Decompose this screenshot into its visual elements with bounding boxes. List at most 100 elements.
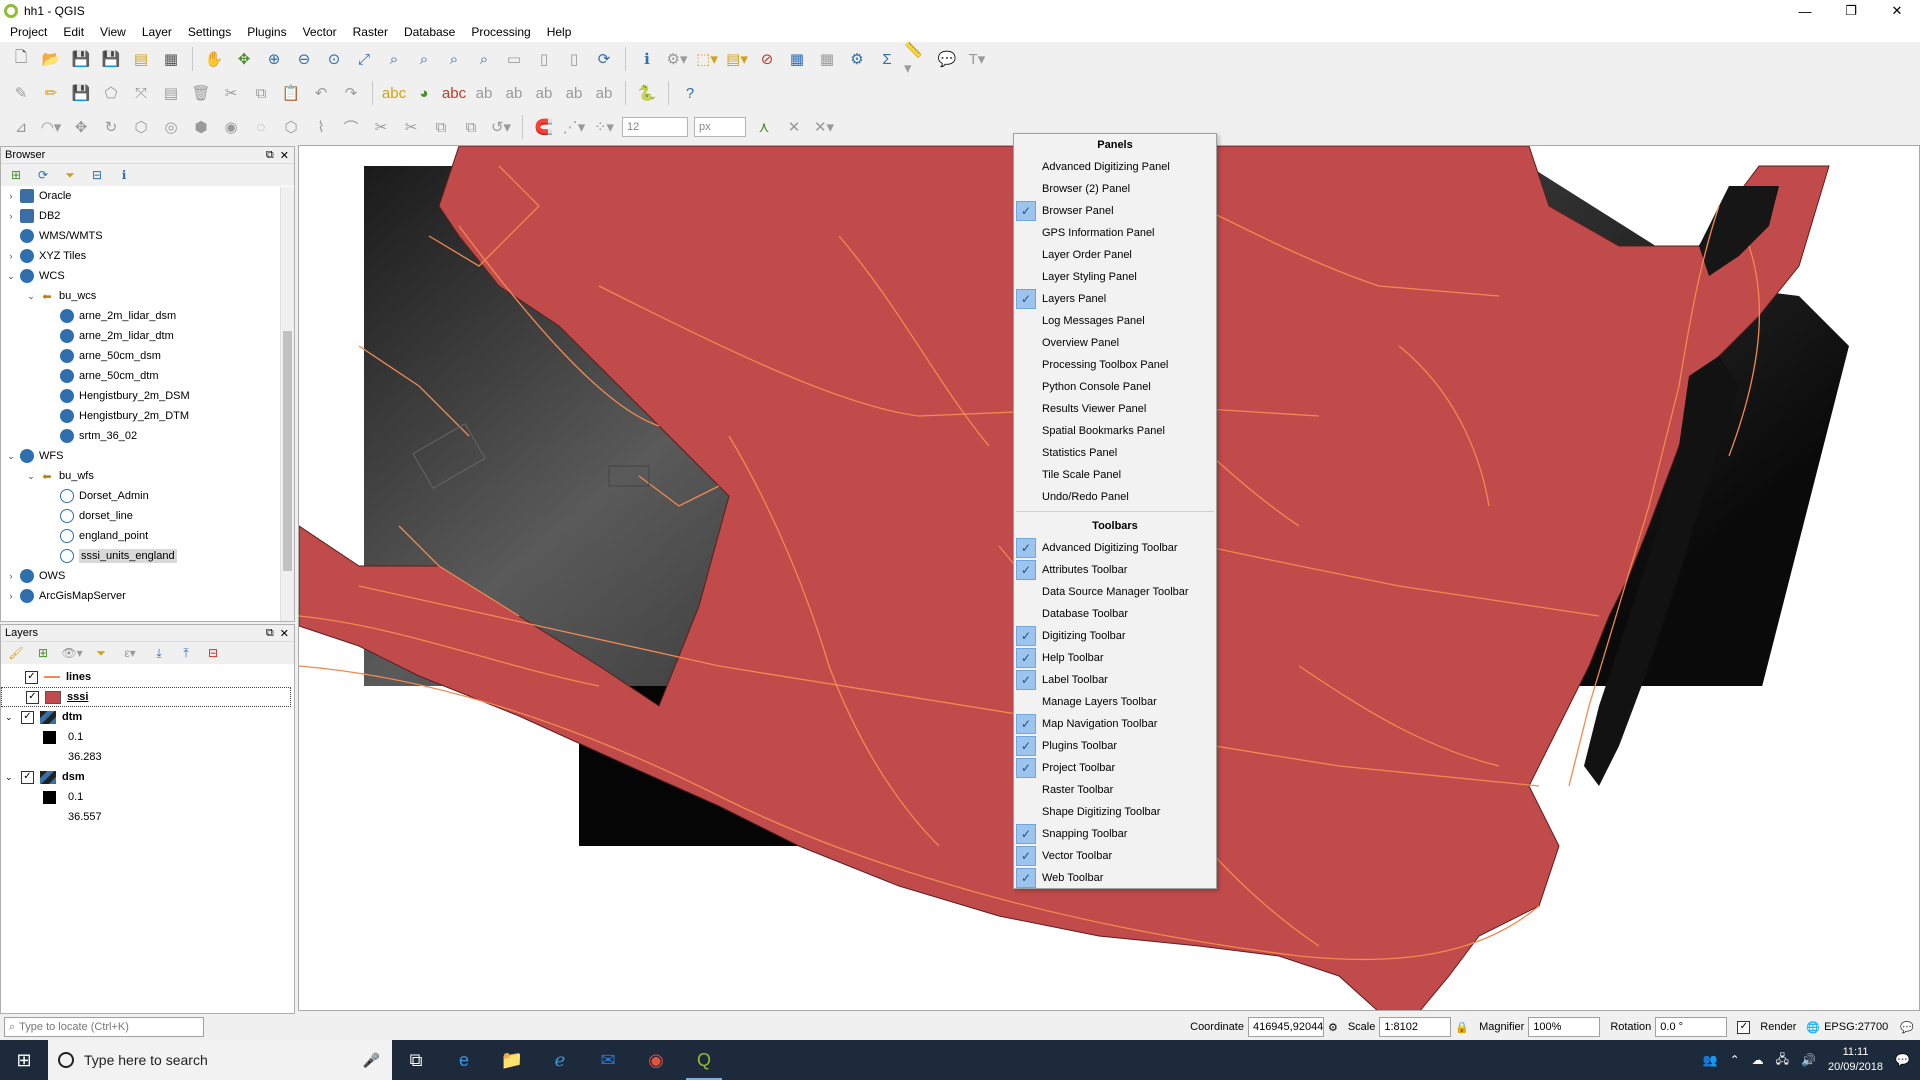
minimize-button[interactable]: — [1782,0,1828,22]
zoom-last-icon[interactable]: ⌕ [441,46,467,72]
help-icon[interactable]: ? [677,80,703,106]
scale-combo[interactable]: 1:8102 [1379,1017,1452,1037]
menu-item-web-toolbar[interactable]: ✓ Web Toolbar [1014,867,1216,889]
clock[interactable]: 11:11 20/09/2018 [1828,1045,1883,1075]
field-calculator-icon[interactable]: ▦ [814,46,840,72]
menu-project[interactable]: Project [2,25,55,39]
network-icon[interactable]: 🖧 [1776,1050,1789,1071]
browser-item[interactable]: arne_2m_lidar_dtm [1,326,294,346]
menu-layer[interactable]: Layer [134,25,180,39]
layer-visibility-checkbox[interactable]: ✓ [26,690,39,704]
browser-item[interactable]: ⌄ WFS [1,446,294,466]
new-bookmark-icon[interactable]: ▯ [531,46,557,72]
crs-globe-icon[interactable]: 🌐 [1806,1021,1820,1034]
redo-icon[interactable]: ↷ [338,80,364,106]
menu-item-results-viewer-panel[interactable]: Results Viewer Panel [1014,398,1216,420]
simplify-feature-icon[interactable]: ⬡ [128,114,154,140]
menu-item-layer-styling-panel[interactable]: Layer Styling Panel [1014,266,1216,288]
change-label-icon[interactable]: ab [591,80,617,106]
new-project-icon[interactable]: 🗋 [8,46,34,72]
deselect-all-icon[interactable]: ⊘ [754,46,780,72]
menu-item-digitizing-toolbar[interactable]: ✓ Digitizing Toolbar [1014,625,1216,647]
browser-item[interactable]: england_point [1,526,294,546]
map-tips-icon[interactable]: 💬 [934,46,960,72]
layer-item-dsm[interactable]: ⌄ ✓ dsm [1,767,294,787]
expanded-arrow-icon[interactable]: ⌄ [25,291,37,302]
menu-edit[interactable]: Edit [55,25,92,39]
rotate-label-icon[interactable]: ab [561,80,587,106]
zoom-out-icon[interactable]: ⊖ [291,46,317,72]
menu-item-raster-toolbar[interactable]: Raster Toolbar [1014,779,1216,801]
menu-item-map-navigation-toolbar[interactable]: ✓ Map Navigation Toolbar [1014,713,1216,735]
new-map-view-icon[interactable]: ▭ [501,46,527,72]
menu-item-statistics-panel[interactable]: Statistics Panel [1014,442,1216,464]
lock-scale-icon[interactable]: 🔒 [1455,1021,1469,1034]
start-button[interactable]: ⊞ [0,1040,48,1080]
menu-item-python-console-panel[interactable]: Python Console Panel [1014,376,1216,398]
menu-help[interactable]: Help [539,25,580,39]
rotate-feature-icon[interactable]: ↻ [98,114,124,140]
layer-diagram-icon[interactable]: ◕ [411,80,437,106]
close-panel-icon[interactable]: ✕ [280,627,289,640]
magnifier-spinbox[interactable]: 100% [1528,1017,1601,1037]
menu-item-layers-panel[interactable]: ✓ Layers Panel [1014,288,1216,310]
menu-item-data-source-manager-toolbar[interactable]: Data Source Manager Toolbar [1014,581,1216,603]
collapsed-arrow-icon[interactable]: › [5,211,17,221]
browser-item[interactable]: ⌄ WCS [1,266,294,286]
expanded-arrow-icon[interactable]: ⌄ [25,471,37,482]
show-bookmarks-icon[interactable]: ▯ [561,46,587,72]
menu-item-help-toolbar[interactable]: ✓ Help Toolbar [1014,647,1216,669]
browser-item[interactable]: arne_50cm_dtm [1,366,294,386]
browser-item[interactable]: WMS/WMTS [1,226,294,246]
menu-database[interactable]: Database [396,25,463,39]
close-button[interactable]: ✕ [1874,0,1920,22]
current-edits-icon[interactable]: ✎ [8,80,34,106]
messages-icon[interactable]: 💬 [1900,1021,1914,1034]
vertex-tool-icon[interactable]: ⤧ [128,80,154,106]
snap-type-icon[interactable]: ⁘▾ [591,114,617,140]
filter-expression-icon[interactable]: ε▾ [119,644,141,662]
toggle-extents-icon[interactable]: ⚙ [1328,1021,1338,1034]
add-group-icon[interactable]: ⊞ [34,644,52,662]
browser-item[interactable]: arne_50cm_dsm [1,346,294,366]
processing-toolbox-icon[interactable]: ⚙ [844,46,870,72]
render-checkbox[interactable]: ✓ [1737,1020,1751,1034]
offset-curve-icon[interactable]: ⌒ [338,114,364,140]
collapsed-arrow-icon[interactable]: › [5,191,17,201]
notifications-icon[interactable]: 💬 [1895,1053,1910,1067]
fill-ring-icon[interactable]: ◉ [218,114,244,140]
chrome-app[interactable]: ◉ [632,1040,680,1080]
browser-item[interactable]: ⌄ ⬅ bu_wfs [1,466,294,486]
browser-item[interactable]: Hengistbury_2m_DSM [1,386,294,406]
filter-icon[interactable]: ⏷ [61,166,79,184]
qgis-app[interactable]: Q [680,1040,728,1080]
menu-item-vector-toolbar[interactable]: ✓ Vector Toolbar [1014,845,1216,867]
browser-item[interactable]: ⌄ ⬅ bu_wcs [1,286,294,306]
snap-tolerance-input[interactable]: 12 [622,117,688,137]
float-panel-icon[interactable]: ⧉ [266,627,274,640]
save-edits-icon[interactable]: 💾 [68,80,94,106]
menu-item-shape-digitizing-toolbar[interactable]: Shape Digitizing Toolbar [1014,801,1216,823]
edge-app[interactable]: e [440,1040,488,1080]
task-view-button[interactable]: ⧉ [392,1040,440,1080]
volume-icon[interactable]: 🔊 [1801,1053,1816,1067]
filter-legend-icon[interactable]: ⏷ [92,644,110,662]
taskbar-search[interactable]: Type here to search 🎤 [48,1040,392,1080]
menu-item-advanced-digitizing-panel[interactable]: Advanced Digitizing Panel [1014,156,1216,178]
menu-item-manage-layers-toolbar[interactable]: Manage Layers Toolbar [1014,691,1216,713]
expanded-arrow-icon[interactable]: ⌄ [5,271,17,282]
collapsed-arrow-icon[interactable]: › [5,591,17,601]
maximize-button[interactable]: ❐ [1828,0,1874,22]
expanded-arrow-icon[interactable]: ⌄ [5,712,21,723]
menu-view[interactable]: View [92,25,134,39]
identify-icon[interactable]: ℹ [634,46,660,72]
layer-item-lines[interactable]: ✓ lines [1,667,294,687]
snapping-magnet-icon[interactable]: 🧲 [531,114,557,140]
toggle-editing-icon[interactable]: ✏ [38,80,64,106]
collapse-all-icon[interactable]: ⊟ [88,166,106,184]
menu-item-database-toolbar[interactable]: Database Toolbar [1014,603,1216,625]
menu-item-plugins-toolbar[interactable]: ✓ Plugins Toolbar [1014,735,1216,757]
add-circular-string-icon[interactable]: ◠▾ [38,114,64,140]
collapse-all-icon[interactable]: ⤒ [177,644,195,662]
merge-attributes-icon[interactable]: ⧉ [458,114,484,140]
